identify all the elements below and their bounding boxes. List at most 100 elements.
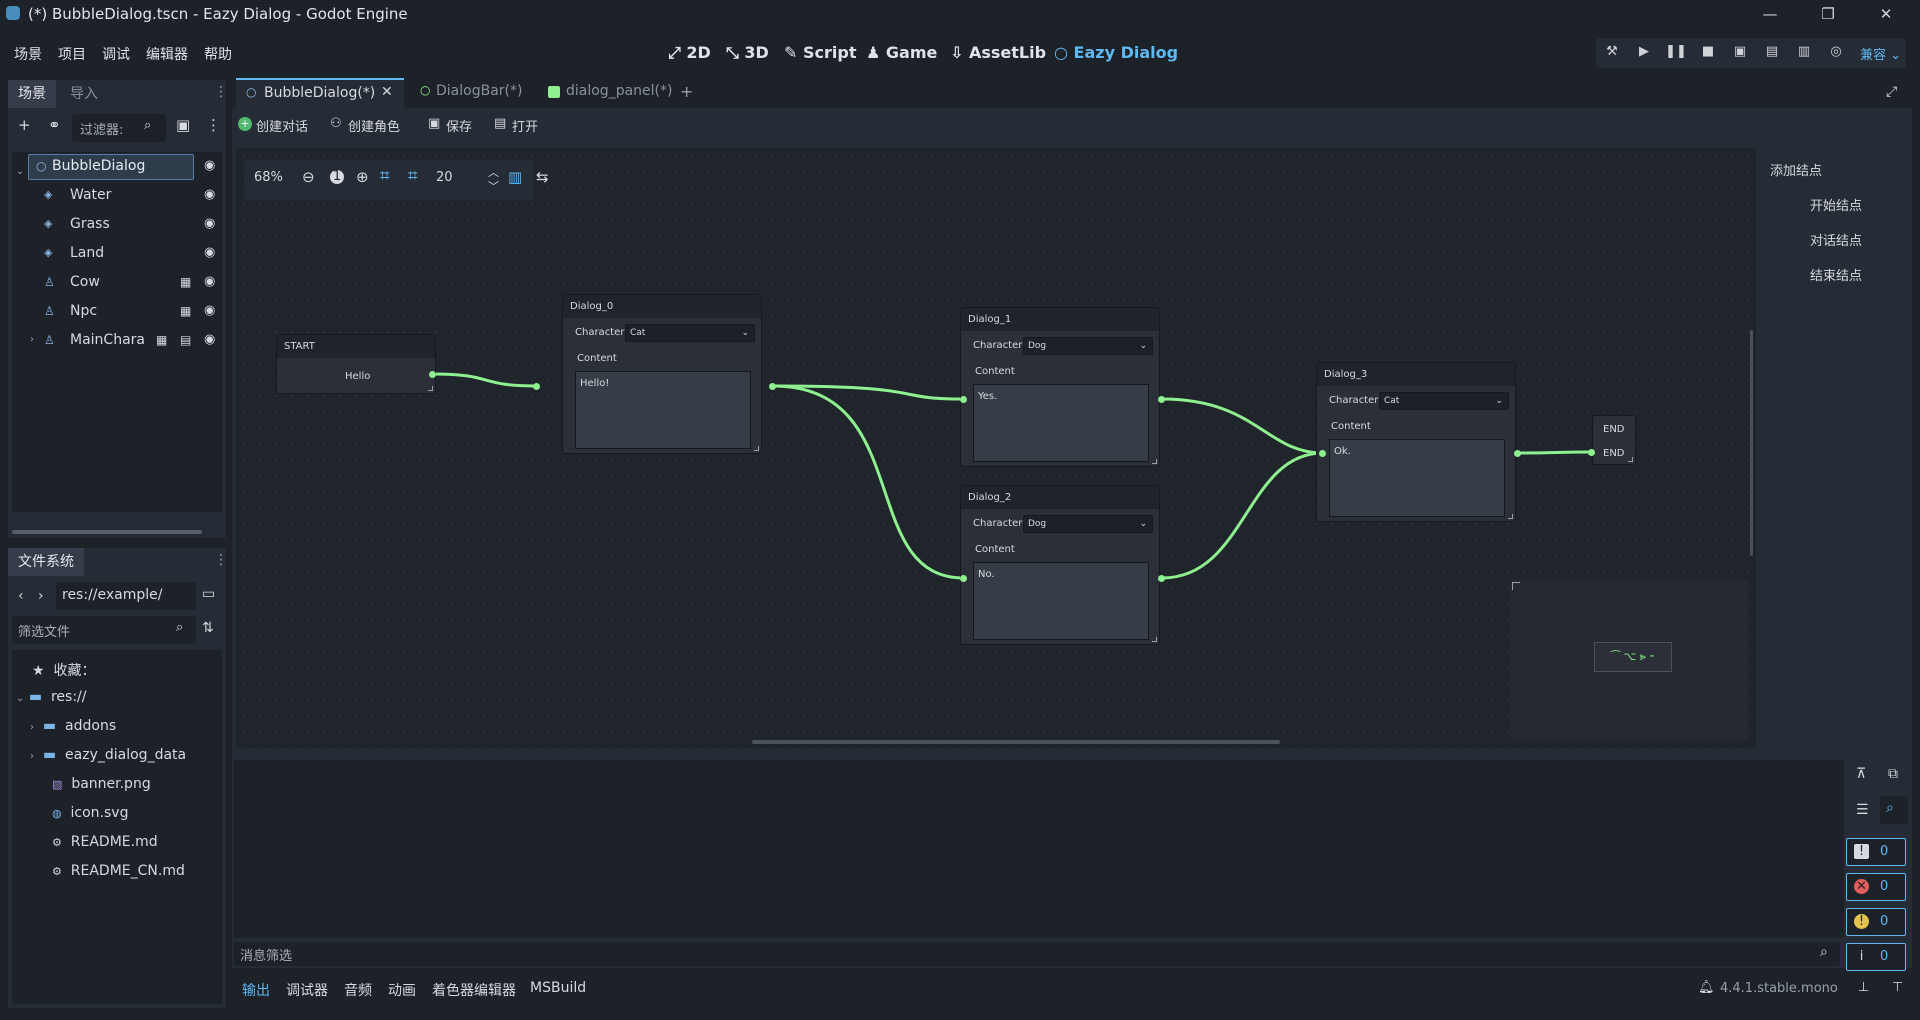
pin-icon[interactable]: ⊥ [1858, 980, 1869, 995]
stop-icon[interactable]: ■ [1697, 44, 1719, 64]
tree-item-water[interactable]: ◈ Water ◉ [12, 181, 222, 209]
visibility-eye-icon[interactable]: ◉ [204, 210, 215, 238]
menu-project[interactable]: 项目 [58, 44, 86, 64]
file-item-icon-svg[interactable]: ◍ icon.svg [52, 805, 128, 821]
forward-icon[interactable]: › [38, 588, 44, 604]
menu-debug[interactable]: 调试 [102, 44, 130, 64]
start-node[interactable]: START Hello [276, 334, 436, 394]
clapper-icon[interactable]: ▦ [180, 268, 191, 296]
pause-icon[interactable]: ❚❚ [1665, 44, 1687, 64]
add-node-icon[interactable]: + [18, 116, 31, 134]
resize-handle[interactable] [754, 446, 759, 451]
add-end-node-button[interactable]: 结束结点 [1810, 265, 1862, 284]
menu-editor[interactable]: 编辑器 [146, 44, 188, 64]
restore-icon[interactable]: ❐ [1818, 4, 1838, 24]
menu-help[interactable]: 帮助 [204, 44, 232, 64]
workspace-assetlib[interactable]: ⇩ AssetLib [950, 43, 1046, 62]
bottom-tab-output[interactable]: 输出 [242, 980, 270, 1000]
chevron-right-icon[interactable]: › [30, 326, 34, 354]
character-select[interactable]: Dog ⌄ [1023, 337, 1153, 355]
character-select[interactable]: Cat ⌄ [625, 324, 755, 342]
visibility-eye-icon[interactable]: ◉ [204, 152, 215, 180]
content-textarea[interactable]: Ok. [1329, 439, 1505, 517]
file-item-readme-cn[interactable]: ⚙ README_CN.md [52, 863, 185, 879]
expand-panel-icon[interactable]: ⊤ [1892, 980, 1903, 995]
clapper-icon[interactable]: ▦ [156, 326, 167, 354]
clapper-icon[interactable]: ▦ [180, 297, 191, 325]
dock-menu-icon[interactable]: ⋮ [214, 84, 228, 100]
more-icon[interactable]: ⋮ [206, 116, 221, 134]
play-scene-icon[interactable]: ▤ [1761, 44, 1783, 64]
workspace-game[interactable]: ♟ Game [866, 43, 937, 62]
tree-item-mainchara[interactable]: › ♙ MainChara ▦ ▤ ◉ [12, 326, 222, 354]
add-dialog-node-button[interactable]: 对话结点 [1810, 230, 1862, 249]
graph-vscrollbar[interactable] [1750, 330, 1753, 556]
filter-error-count[interactable]: ✕ 0 [1846, 873, 1906, 901]
content-textarea[interactable]: Yes. [973, 384, 1149, 462]
file-item-favorites[interactable]: ★ 收藏： [32, 660, 95, 680]
path-input[interactable]: res://example/ [56, 582, 196, 610]
file-item-readme[interactable]: ⚙ README.md [52, 834, 158, 850]
visibility-eye-icon[interactable]: ◉ [204, 297, 215, 325]
file-filter-input[interactable]: 筛选文件 ⌕ [12, 616, 196, 644]
visibility-eye-icon[interactable]: ◉ [204, 268, 215, 296]
build-icon[interactable]: ⚒ [1601, 44, 1623, 64]
content-textarea[interactable]: Hello! [575, 371, 751, 449]
remote-icon[interactable]: ▣ [1729, 44, 1751, 64]
output-port[interactable] [429, 371, 436, 378]
input-port[interactable] [1588, 449, 1595, 456]
dialog-node-3[interactable]: Dialog_3 Character Cat ⌄ Content Ok. [1316, 362, 1516, 522]
sort-icon[interactable]: ⇅ [202, 620, 214, 636]
message-filter-input[interactable]: 消息筛选 ⌕ [234, 942, 1840, 966]
toggle-split-icon[interactable]: ▭ [202, 586, 215, 602]
close-tab-icon[interactable]: ✕ [381, 84, 393, 100]
movie-icon[interactable]: ◎ [1825, 44, 1847, 64]
tree-item-bubbledialog[interactable]: ○ BubbleDialog ◉ [12, 152, 222, 180]
copy-icon[interactable]: ⧉ [1888, 766, 1898, 782]
scene-filter-input[interactable]: 过滤器: ⌕ [72, 114, 166, 142]
save-button[interactable]: ▣ 保存 [428, 116, 488, 140]
play-icon[interactable]: ▶ [1633, 44, 1655, 64]
bottom-tab-debugger[interactable]: 调试器 [286, 980, 328, 1000]
collapse-icon[interactable]: ☰ [1856, 802, 1869, 818]
renderer-select[interactable]: 兼容 ⌄ [1860, 44, 1901, 63]
resize-handle[interactable] [1152, 637, 1157, 642]
visibility-eye-icon[interactable]: ◉ [204, 239, 215, 267]
minimap[interactable]: ⁀ ⌥ ⪢ ⁃ [1510, 580, 1748, 740]
tab-dialog-panel[interactable]: dialog_panel(*) [540, 78, 680, 108]
tab-bubbledialog[interactable]: ○ BubbleDialog(*) ✕ [236, 78, 404, 108]
dock-menu-icon[interactable]: ⋮ [214, 552, 228, 568]
file-item-eazy-dialog-data[interactable]: › ▬ eazy_dialog_data [30, 747, 186, 763]
play-custom-icon[interactable]: ▥ [1793, 44, 1815, 64]
output-port[interactable] [769, 383, 776, 390]
scene-scrollbar[interactable] [12, 530, 202, 534]
tree-item-npc[interactable]: ♙ Npc ▦ ◉ [12, 297, 222, 325]
filter-info-count[interactable]: i 0 [1846, 943, 1906, 971]
filter-warning-count[interactable]: ! 0 [1846, 908, 1906, 936]
graph-edit[interactable]: 68% ⊖ 1 ⊕ ⌗ ⌗ 20 ︿ ﹀ ▥ ⇆ START Hello Dia… [236, 148, 1756, 748]
notification-bell-icon[interactable]: 🔔︎ [1698, 980, 1715, 995]
distraction-free-icon[interactable]: ⤢ [1886, 84, 1897, 100]
create-dialog-button[interactable]: + 创建对话 [238, 116, 328, 140]
workspace-2d[interactable]: ⤢ 2D [668, 43, 711, 63]
dialog-node-0[interactable]: Dialog_0 Character Cat ⌄ Content Hello! [562, 294, 762, 454]
attach-script-icon[interactable]: ▣ [176, 116, 190, 134]
resize-handle[interactable] [1152, 459, 1157, 464]
file-item-res[interactable]: ⌄ ▬ res:// [16, 689, 87, 705]
input-port[interactable] [1319, 450, 1326, 457]
character-select[interactable]: Dog ⌄ [1023, 515, 1153, 533]
script-icon[interactable]: ▤ [180, 326, 191, 354]
tree-item-land[interactable]: ◈ Land ◉ [12, 239, 222, 267]
resize-handle[interactable] [1508, 514, 1513, 519]
graph-hscrollbar[interactable] [752, 740, 1280, 744]
filter-log-count[interactable]: ! 0 [1846, 838, 1906, 866]
tree-item-cow[interactable]: ♙ Cow ▦ ◉ [12, 268, 222, 296]
bottom-tab-audio[interactable]: 音频 [344, 980, 372, 1000]
file-item-banner[interactable]: ▨ banner.png [52, 776, 151, 792]
bottom-tab-animation[interactable]: 动画 [388, 980, 416, 1000]
clear-output-icon[interactable]: ⊼ [1856, 766, 1866, 782]
bottom-tab-msbuild[interactable]: MSBuild [530, 980, 586, 996]
content-textarea[interactable]: No. [973, 562, 1149, 640]
tab-import[interactable]: 导入 [60, 80, 108, 108]
create-role-button[interactable]: ⚇ 创建角色 [330, 116, 420, 140]
